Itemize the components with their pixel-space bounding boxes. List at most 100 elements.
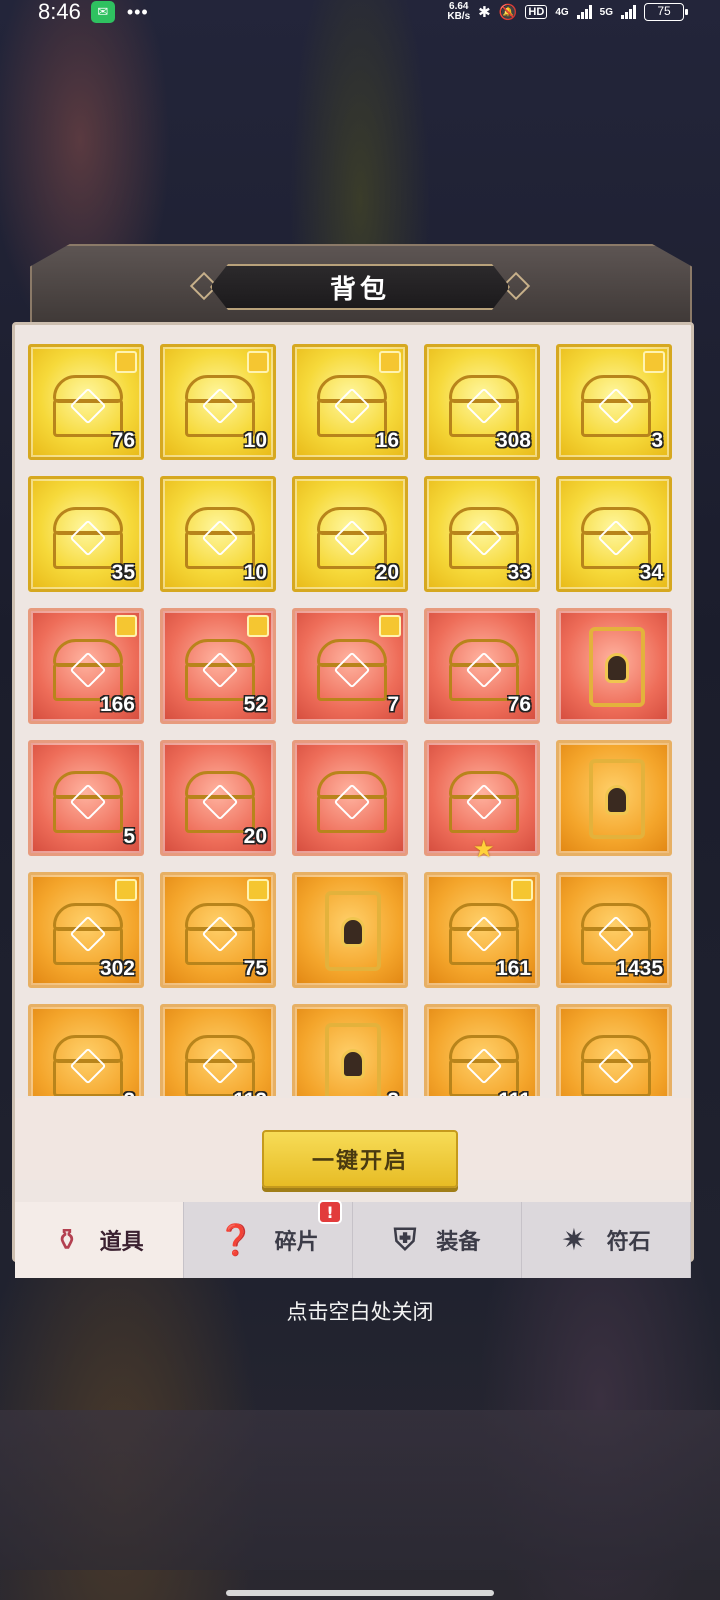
inventory-item[interactable] (556, 740, 672, 856)
inventory-item[interactable]: 52 (160, 608, 276, 724)
puzzle-piece-icon (643, 351, 665, 373)
tab-equipment[interactable]: ⛨ 装备 (353, 1202, 522, 1278)
item-grid: 76 10 16 308 3 35 10 20 33 34 166 52 7 76 5 20 ★ 302 75 161… (28, 344, 674, 1096)
tab-items[interactable]: ⚱ 道具 (15, 1202, 184, 1278)
inventory-item[interactable]: 302 (28, 872, 144, 988)
star-icon: ★ (473, 835, 495, 863)
category-tabs: ⚱ 道具 ❓ 碎片 ! ⛨ 装备 ✷ 符石 (15, 1200, 691, 1278)
item-count: 20 (375, 561, 399, 584)
tab-label: 装备 (436, 1230, 481, 1255)
treasure-chest-icon (577, 369, 655, 439)
item-count: 166 (99, 693, 135, 716)
open-all-button[interactable]: 一键开启 (262, 1130, 458, 1188)
inventory-item[interactable]: 33 (424, 476, 540, 592)
puzzle-piece-icon (247, 351, 269, 373)
treasure-chest-icon (445, 1029, 523, 1096)
shield-icon: ⛨ (393, 1222, 417, 1258)
puzzle-piece-icon (115, 879, 137, 901)
inventory-item[interactable]: 166 (28, 608, 144, 724)
inventory-item[interactable]: 3 (292, 1004, 408, 1096)
treasure-chest-icon (49, 765, 127, 835)
inventory-item[interactable]: 76 (424, 608, 540, 724)
treasure-chest-icon (445, 765, 523, 835)
hd-icon: HD (525, 5, 548, 19)
inventory-item[interactable]: 10 (160, 476, 276, 592)
item-count: 161 (495, 957, 531, 980)
inventory-item[interactable]: 111 (424, 1004, 540, 1096)
signal-bars-icon (621, 5, 636, 19)
rune-star-icon: ✷ (561, 1222, 587, 1258)
treasure-chest-icon (49, 1029, 127, 1096)
inventory-item[interactable]: 1435 (556, 872, 672, 988)
inventory-item[interactable] (556, 608, 672, 724)
puzzle-piece-icon (115, 351, 137, 373)
item-count: 5 (123, 825, 135, 848)
puzzle-piece-icon (511, 879, 533, 901)
inventory-item[interactable]: 161 (424, 872, 540, 988)
inventory-item[interactable]: 308 (424, 344, 540, 460)
title-banner: 背包 (210, 264, 510, 310)
inventory-item[interactable]: 16 (292, 344, 408, 460)
tab-runes[interactable]: ✷ 符石 (522, 1202, 691, 1278)
close-hint[interactable]: 点击空白处关闭 (0, 1296, 720, 1326)
item-count: 76 (111, 429, 135, 452)
tab-label: 道具 (99, 1230, 144, 1255)
item-count: 302 (99, 957, 135, 980)
puzzle-piece-icon (247, 615, 269, 637)
item-grid-scroll[interactable]: 76 10 16 308 3 35 10 20 33 34 166 52 7 76 5 20 ★ 302 75 161… (28, 344, 674, 1096)
item-count: 76 (507, 693, 531, 716)
inventory-item[interactable] (292, 740, 408, 856)
tab-fragments[interactable]: ❓ 碎片 ! (184, 1200, 353, 1278)
clock: 8:46 (38, 0, 81, 24)
inventory-item[interactable]: 10 (160, 344, 276, 460)
puzzle-piece-icon (247, 879, 269, 901)
page-title: 背包 (329, 274, 390, 305)
game-bottom-menu-dimmed (0, 1410, 720, 1570)
puzzle-piece-icon (379, 351, 401, 373)
inventory-item[interactable] (292, 872, 408, 988)
home-indicator[interactable] (226, 1590, 494, 1596)
inventory-item[interactable]: ★ (424, 740, 540, 863)
item-count: 3 (651, 429, 663, 452)
item-count: 1435 (616, 957, 663, 980)
tab-label: 碎片 (274, 1230, 319, 1255)
item-count: 33 (507, 561, 531, 584)
inventory-item[interactable]: 20 (160, 740, 276, 856)
inventory-item[interactable]: 20 (292, 476, 408, 592)
item-count: 7 (387, 693, 399, 716)
inventory-item[interactable] (556, 1004, 672, 1096)
battery-icon: 75 (644, 3, 688, 21)
inventory-item[interactable]: 7 (292, 608, 408, 724)
inventory-item[interactable]: 35 (28, 476, 144, 592)
item-count: 2 (123, 1089, 135, 1096)
hero-card-icon (325, 1023, 381, 1096)
wechat-icon: ✉ (90, 1, 115, 23)
network-speed: 6.64 KB/s (447, 1, 471, 22)
treasure-chest-icon (313, 765, 391, 835)
signal-bars-icon (576, 5, 592, 19)
puzzle-piece-icon (115, 615, 137, 637)
network-5g-label: 5G (599, 6, 613, 18)
alert-badge: ! (318, 1200, 342, 1224)
inventory-item[interactable]: 112 (160, 1004, 276, 1096)
item-count: 20 (243, 825, 267, 848)
question-card-icon: ❓ (217, 1222, 255, 1258)
inventory-item[interactable]: 76 (28, 344, 144, 460)
tab-label: 符石 (606, 1230, 651, 1255)
inventory-item[interactable]: 2 (28, 1004, 144, 1096)
item-count: 16 (375, 429, 399, 452)
inventory-item[interactable]: 5 (28, 740, 144, 856)
item-count: 308 (495, 429, 531, 452)
network-4g-label: 4G (555, 6, 569, 18)
item-count: 10 (243, 561, 267, 584)
inventory-item[interactable]: 34 (556, 476, 672, 592)
item-count: 35 (111, 561, 135, 584)
inventory-item[interactable]: 75 (160, 872, 276, 988)
treasure-chest-icon (181, 1029, 259, 1096)
mute-bell-icon: 🔕 (498, 4, 518, 21)
hero-card-icon (589, 627, 645, 707)
treasure-chest-icon (577, 1029, 655, 1096)
inventory-item[interactable]: 3 (556, 344, 672, 460)
item-count: 112 (233, 1089, 267, 1096)
item-count: 111 (498, 1089, 531, 1096)
